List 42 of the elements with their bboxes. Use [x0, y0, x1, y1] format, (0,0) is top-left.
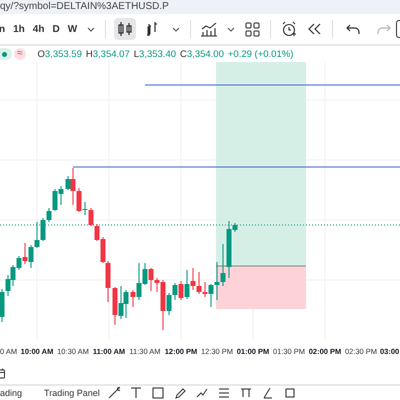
interval-button[interactable]: W — [64, 19, 80, 39]
undo-icon — [346, 23, 360, 35]
drawing-tool-button[interactable] — [174, 387, 186, 399]
rectangle-tool-icon — [152, 387, 164, 399]
toolbar-edge-icon — [396, 20, 400, 38]
drawing-tool-button[interactable] — [130, 387, 142, 399]
redo-icon — [377, 23, 392, 35]
ohlc-value: 3,354.07 — [92, 48, 130, 60]
angle-icon — [262, 387, 274, 399]
interval-button[interactable]: D — [49, 19, 63, 39]
drawing-tool-button[interactable] — [152, 387, 164, 399]
indicators-icon — [201, 21, 218, 37]
candles-icon — [117, 21, 134, 37]
chevron-icon — [172, 26, 180, 32]
ohlc-value: 3,353.59 — [44, 48, 82, 60]
ohlc-value: 3,353.40 — [139, 48, 176, 60]
drawing-tool-button[interactable] — [108, 387, 120, 399]
profit-zone[interactable] — [216, 62, 306, 266]
loss-zone[interactable] — [216, 266, 306, 309]
ohlc-label: C — [180, 48, 187, 60]
ohlc-label: L — [134, 48, 140, 60]
chevron-icon — [87, 26, 96, 32]
rewind-icon — [307, 21, 322, 37]
interval-button[interactable]: 4h — [30, 19, 48, 39]
status-pill[interactable] — [0, 48, 12, 60]
bottom-tab[interactable]: Trading Panel — [44, 386, 100, 398]
ohlc-label: H — [86, 48, 93, 60]
ohlc-value: 3,354.00 — [186, 48, 224, 60]
text-tool-icon — [130, 387, 142, 399]
price-change: +0.29 (+0.01%) — [228, 48, 294, 60]
interval-button[interactable]: 1h — [10, 19, 28, 39]
pencil-icon — [174, 387, 186, 399]
bottom-tab[interactable]: ading — [0, 386, 22, 398]
ohlc-label: O — [38, 48, 45, 60]
grid-icon — [245, 22, 260, 36]
candles-style-button[interactable] — [114, 18, 136, 40]
market-open-dot — [2, 52, 7, 56]
line-tool-icon — [108, 387, 120, 399]
alarm-clock-icon — [281, 21, 298, 37]
interval-button[interactable]: n — [0, 19, 8, 39]
drawing-tool-button[interactable] — [262, 387, 274, 399]
chevron-icon — [227, 26, 236, 32]
